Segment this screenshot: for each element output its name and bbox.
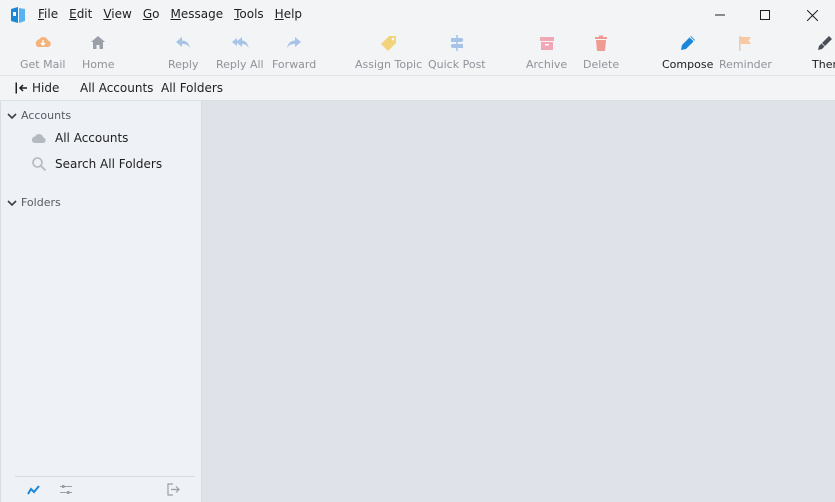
- app-logo-icon: [11, 7, 25, 23]
- archive-button[interactable]: Archive: [526, 30, 567, 75]
- menu-go[interactable]: Go: [143, 7, 160, 21]
- sidebar-item-search-all-folders[interactable]: Search All Folders: [31, 156, 162, 172]
- folder-pane-header: Hide All Accounts All Folders: [0, 75, 835, 101]
- all-folders-filter[interactable]: All Folders: [161, 81, 223, 95]
- menu-view[interactable]: View: [103, 7, 131, 21]
- main-toolbar: Get Mail Home Reply Reply All Forward As…: [0, 30, 835, 75]
- home-button[interactable]: Home: [82, 30, 114, 75]
- reply-icon: [176, 37, 191, 48]
- flag-icon: [739, 36, 752, 51]
- exit-icon[interactable]: [167, 483, 181, 496]
- menu-help[interactable]: Help: [275, 7, 302, 21]
- trash-icon: [595, 35, 608, 51]
- chevron-down-icon: [7, 199, 17, 206]
- activity-icon[interactable]: [27, 484, 40, 496]
- paintbrush-icon: [818, 36, 833, 50]
- home-icon: [91, 36, 106, 49]
- maximize-icon: [760, 10, 770, 20]
- menu-tools[interactable]: Tools: [234, 7, 264, 21]
- folders-section-header[interactable]: Folders: [7, 196, 61, 209]
- get-mail-button[interactable]: Get Mail: [20, 30, 65, 75]
- close-icon: [806, 9, 818, 21]
- hide-pane-button[interactable]: Hide: [32, 81, 59, 95]
- all-accounts-filter[interactable]: All Accounts: [80, 81, 153, 95]
- cloud-download-icon: [35, 37, 51, 47]
- folder-sidebar: Accounts All Accounts Search All Folders…: [0, 101, 202, 502]
- archive-icon: [539, 37, 554, 50]
- reply-all-icon: [231, 37, 249, 48]
- sidebar-footer: [15, 476, 195, 502]
- reminder-button[interactable]: Reminder: [719, 30, 772, 75]
- cloud-icon: [31, 134, 46, 143]
- signpost-icon: [450, 35, 464, 51]
- menu-file[interactable]: File: [38, 7, 58, 21]
- sidebar-item-all-accounts[interactable]: All Accounts: [31, 130, 128, 146]
- forward-button[interactable]: Forward: [272, 30, 316, 75]
- menu-message[interactable]: Message: [170, 7, 223, 21]
- mail-client-window: File Edit View Go Message Tools Help Get…: [0, 0, 835, 502]
- main-content-area: [202, 101, 835, 502]
- forward-icon: [287, 37, 302, 48]
- themes-button[interactable]: Ther: [812, 30, 835, 75]
- chevron-down-icon: [7, 112, 17, 119]
- pencil-icon: [680, 36, 695, 50]
- menu-bar: File Edit View Go Message Tools Help: [38, 7, 313, 21]
- reply-all-button[interactable]: Reply All: [216, 30, 264, 75]
- sliders-icon[interactable]: [59, 483, 73, 496]
- accounts-section-header[interactable]: Accounts: [7, 109, 71, 122]
- delete-button[interactable]: Delete: [583, 30, 619, 75]
- search-icon: [32, 157, 47, 172]
- title-bar: File Edit View Go Message Tools Help: [0, 0, 835, 30]
- tag-icon: [380, 36, 396, 51]
- maximize-button[interactable]: [742, 0, 788, 30]
- reply-button[interactable]: Reply: [168, 30, 198, 75]
- menu-edit[interactable]: Edit: [69, 7, 92, 21]
- quick-post-button[interactable]: Quick Post: [428, 30, 486, 75]
- assign-topic-button[interactable]: Assign Topic: [355, 30, 422, 75]
- close-button[interactable]: [789, 0, 835, 30]
- minimize-button[interactable]: [697, 0, 743, 30]
- minimize-icon: [715, 14, 725, 16]
- hide-pane-icon: [15, 82, 27, 94]
- compose-button[interactable]: Compose: [662, 30, 713, 75]
